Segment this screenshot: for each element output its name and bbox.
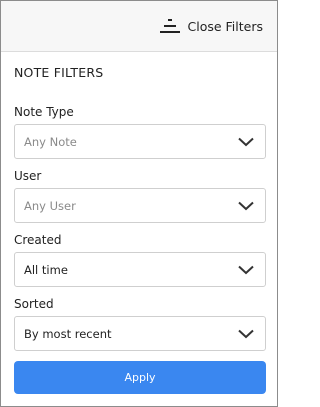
note-type-value: Any Note [24, 134, 77, 149]
user-value: Any User [24, 198, 76, 213]
note-type-select[interactable]: Any Note [14, 124, 266, 159]
note-type-label: Note Type [14, 105, 74, 119]
sorted-label: Sorted [14, 297, 54, 311]
note-filters-panel: Close Filters NOTE FILTERS Note Type Any… [0, 0, 278, 407]
sorted-value: By most recent [24, 326, 112, 341]
chevron-down-icon [238, 328, 254, 342]
chevron-down-icon [238, 264, 254, 278]
user-label: User [14, 169, 42, 183]
chevron-down-icon [238, 136, 254, 150]
created-select[interactable]: All time [14, 252, 266, 287]
user-select[interactable]: Any User [14, 188, 266, 223]
filter-lines-icon [159, 18, 180, 34]
panel-title: NOTE FILTERS [14, 65, 104, 80]
chevron-down-icon [238, 200, 254, 214]
close-filters-button[interactable]: Close Filters [159, 18, 264, 34]
close-filters-label: Close Filters [187, 18, 264, 34]
apply-button[interactable]: Apply [14, 361, 266, 394]
created-value: All time [24, 262, 68, 277]
filter-header: Close Filters [1, 1, 277, 52]
created-label: Created [14, 233, 62, 247]
sorted-select[interactable]: By most recent [14, 316, 266, 351]
